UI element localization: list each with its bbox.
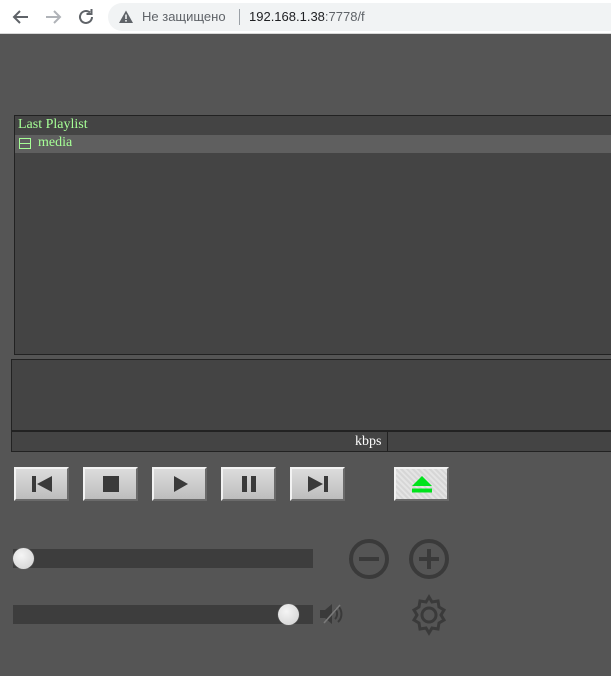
forward-button[interactable] [42,6,64,28]
speaker-icon[interactable] [318,601,346,627]
pause-button[interactable] [221,467,276,501]
forward-arrow-icon [46,10,62,24]
pause-icon [241,476,256,492]
skip-previous-icon [31,476,52,492]
folder-icon [19,138,31,149]
gear-icon [411,594,447,636]
back-button[interactable] [10,6,32,28]
playlist-item-label: media [38,135,73,150]
omnibox-separator [239,9,240,25]
back-arrow-icon [12,10,28,24]
address-bar[interactable]: Не защищено 192.168.1.38:7778/f [108,3,611,31]
status-separator [387,432,388,451]
bitrate-unit: kbps [355,434,382,449]
url-text[interactable]: 192.168.1.38:7778/f [249,9,365,24]
browser-toolbar: Не защищено 192.168.1.38:7778/f [0,0,611,34]
url-host: 192.168.1.38 [249,9,325,24]
playlist-title: Last Playlist [18,117,88,132]
stop-button[interactable] [83,467,138,501]
minus-circle-icon [349,539,389,579]
volume-slider-thumb[interactable] [278,604,300,625]
eject-button[interactable] [394,467,449,501]
volume-down-button[interactable] [348,538,390,580]
warning-icon[interactable] [118,9,134,25]
stop-icon [102,476,119,492]
volume-slider[interactable] [13,605,313,624]
seek-slider[interactable] [13,549,313,568]
reload-icon [79,9,93,24]
previous-button[interactable] [14,467,69,501]
track-info-panel [11,359,611,431]
play-icon [173,476,188,492]
playlist-item[interactable]: media [15,135,611,153]
eject-icon [411,476,432,493]
settings-button[interactable] [408,594,450,636]
playlist-panel: Last Playlist media [14,115,611,355]
seek-slider-thumb[interactable] [13,548,34,569]
next-button[interactable] [290,467,345,501]
status-bar: kbps [11,431,611,452]
play-button[interactable] [152,467,207,501]
skip-next-icon [307,476,328,492]
reload-button[interactable] [75,6,97,28]
url-path: :7778/f [324,9,365,24]
volume-up-button[interactable] [408,538,450,580]
security-status[interactable]: Не защищено [142,9,226,24]
plus-circle-icon [409,539,449,579]
